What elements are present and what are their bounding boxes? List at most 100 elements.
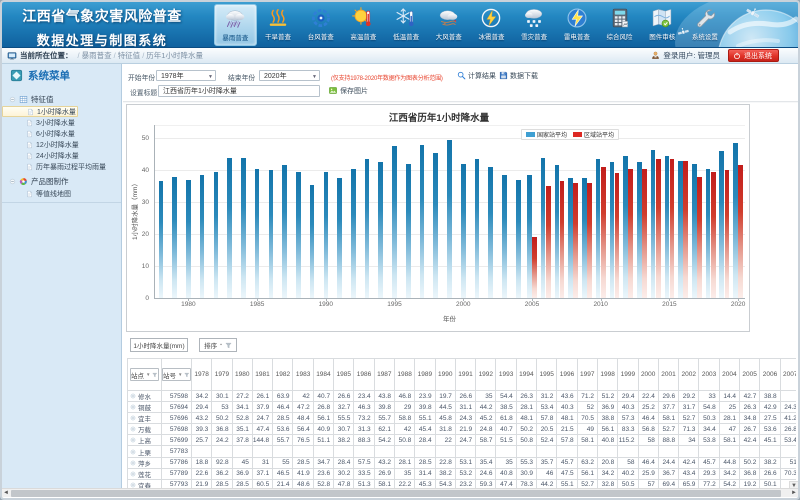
- high-temp-icon: [351, 7, 375, 29]
- bar-regional-2010: [601, 167, 606, 298]
- chevron-down-icon: ▼: [208, 74, 213, 80]
- station-filter[interactable]: 站点▼: [130, 368, 159, 381]
- bar-regional-2014: [656, 159, 661, 298]
- value-cell: 55.1: [557, 479, 577, 488]
- station-cell[interactable]: 万载: [128, 424, 162, 435]
- value-cell: 28.5: [273, 413, 293, 424]
- scrollbar-thumb[interactable]: [11, 490, 781, 497]
- legend-entry[interactable]: 区域站平均: [573, 130, 614, 139]
- bar-national-1987: [282, 165, 287, 298]
- station-cell[interactable]: 莲花: [128, 468, 162, 479]
- breadcrumb-segment[interactable]: 特征值: [118, 51, 141, 60]
- year-column-header: 1982: [273, 359, 293, 391]
- value-cell: [273, 446, 293, 457]
- bar-regional-2006: [546, 186, 551, 298]
- value-cell: 30.2: [334, 468, 354, 479]
- sort-control[interactable]: 排序 ▪: [199, 338, 237, 352]
- breadcrumb-segment[interactable]: 暴雨普查: [82, 51, 112, 60]
- value-cell: 55.7: [374, 413, 394, 424]
- value-cell: 55.7: [273, 435, 293, 446]
- station-cell[interactable]: 上高: [128, 435, 162, 446]
- value-cell: 34.2: [597, 468, 617, 479]
- year-column-header: 1987: [374, 359, 394, 391]
- tree-item[interactable]: 1小时降水量: [2, 106, 78, 117]
- breadcrumb-segment[interactable]: 历年1小时降水量: [146, 51, 203, 60]
- snow-icon: [522, 7, 546, 29]
- toolbar-item-label: 冰雹普查: [478, 31, 504, 41]
- end-year-select[interactable]: 2020年 ▼: [259, 70, 320, 81]
- station-cell[interactable]: 宜春: [128, 479, 162, 488]
- station-cell[interactable]: 上栗: [128, 446, 162, 457]
- sidebar-title: 系统菜单: [10, 67, 70, 83]
- toolbar-item-lightning[interactable]: 雷电普查: [556, 4, 599, 46]
- toolbar-item-calculator[interactable]: 综合风险: [598, 4, 641, 46]
- bar-national-2017: [692, 164, 697, 298]
- station-id-cell: 57696: [162, 413, 192, 424]
- value-cell: 24.7: [455, 435, 475, 446]
- value-cell: [232, 446, 252, 457]
- chart-legend[interactable]: 国家站平均区域站平均: [521, 129, 619, 140]
- tree-item[interactable]: 历年暴雨过程平均雨量: [2, 161, 121, 172]
- tree-item[interactable]: 12小时降水量: [2, 139, 121, 150]
- data-table-wrap: 站点▼站号▼1978197919801981198219831984198519…: [127, 358, 796, 488]
- toolbar-item-rainstorm[interactable]: 暴雨普查: [214, 4, 257, 46]
- tree-item[interactable]: 等值线地图: [2, 188, 121, 199]
- value-cell: 41.2: [780, 413, 796, 424]
- tree-item[interactable]: 3小时降水量: [2, 117, 121, 128]
- scroll-right-arrow[interactable]: ►: [790, 490, 798, 497]
- value-cell: [415, 446, 435, 457]
- toolbar-item-drought[interactable]: 干旱普查: [257, 4, 300, 46]
- station-cell[interactable]: 铜鼓: [128, 402, 162, 413]
- station-cell[interactable]: 修水: [128, 391, 162, 402]
- station-id-cell: 57694: [162, 402, 192, 413]
- tree-group-label: 特征值: [31, 94, 54, 105]
- station-id-filter[interactable]: 站号▼: [162, 368, 191, 381]
- toolbar-item-wind[interactable]: 大风普查: [427, 4, 470, 46]
- toolbar-item-wrench[interactable]: 系统设置: [684, 4, 727, 46]
- calculate-button[interactable]: 计算结果: [457, 71, 496, 81]
- value-cell: 33: [699, 391, 719, 402]
- value-cell: 52.8: [232, 413, 252, 424]
- value-cell: 35.7: [537, 457, 557, 468]
- download-button[interactable]: 数据下载: [499, 71, 538, 81]
- breadcrumb-separator: /: [78, 51, 80, 60]
- toolbar-item-snow[interactable]: 雪灾普查: [513, 4, 556, 46]
- station-name: 上栗: [138, 447, 151, 457]
- toolbar-item-low-temp[interactable]: 低温普查: [385, 4, 428, 46]
- scroll-left-arrow[interactable]: ◄: [2, 490, 10, 497]
- toolbar-item-map-review[interactable]: 图件审核: [641, 4, 684, 46]
- tree-group[interactable]: 产品图制作: [2, 175, 121, 188]
- bar-chart: 0102030405019801985199019952000200520102…: [127, 105, 751, 333]
- table-row: 萍乡5778618.892.845315528.534.728.457.543.…: [128, 457, 797, 468]
- tree-group[interactable]: 特征值: [2, 93, 121, 106]
- logout-button[interactable]: 退出系统: [728, 49, 779, 62]
- value-cell: 58: [638, 435, 658, 446]
- bar-national-1988: [296, 172, 301, 298]
- value-cell: [780, 446, 796, 457]
- station-cell[interactable]: 宜丰: [128, 413, 162, 424]
- station-name: 莲花: [138, 469, 151, 479]
- toolbar-item-hail[interactable]: 冰雹普查: [470, 4, 513, 46]
- value-cell: 41.9: [293, 468, 313, 479]
- toolbar-item-high-temp[interactable]: 高温普查: [342, 4, 385, 46]
- bar-regional-2018: [711, 172, 716, 298]
- horizontal-scrollbar[interactable]: ◄ ►: [2, 488, 798, 497]
- app-title-line1: 江西省气象灾害风险普查: [7, 6, 197, 26]
- legend-entry[interactable]: 国家站平均: [526, 130, 567, 139]
- chart-title-input[interactable]: 江西省历年1小时降水量: [158, 85, 320, 97]
- save-image-button[interactable]: 保存图片: [328, 86, 368, 96]
- table-row: 莲花5778922.636.236.937.146.541.923.630.23…: [128, 468, 797, 479]
- tree-item[interactable]: 6小时降水量: [2, 128, 121, 139]
- value-cell: 53.6: [760, 424, 780, 435]
- value-cell: 58.1: [577, 435, 597, 446]
- station-name: 万载: [138, 424, 151, 434]
- legend-swatch: [526, 132, 535, 137]
- tree-item[interactable]: 24小时降水量: [2, 150, 121, 161]
- doc-icon: [26, 163, 33, 171]
- bar-regional-2016: [683, 161, 688, 298]
- station-cell[interactable]: 萍乡: [128, 457, 162, 468]
- toolbar-item-typhoon[interactable]: 台风普查: [299, 4, 342, 46]
- start-year-select[interactable]: 1978年 ▼: [156, 70, 216, 81]
- value-cell: 21.9: [455, 424, 475, 435]
- table-row: 宜春5779321.928.528.560.521.448.652.847.85…: [128, 479, 797, 488]
